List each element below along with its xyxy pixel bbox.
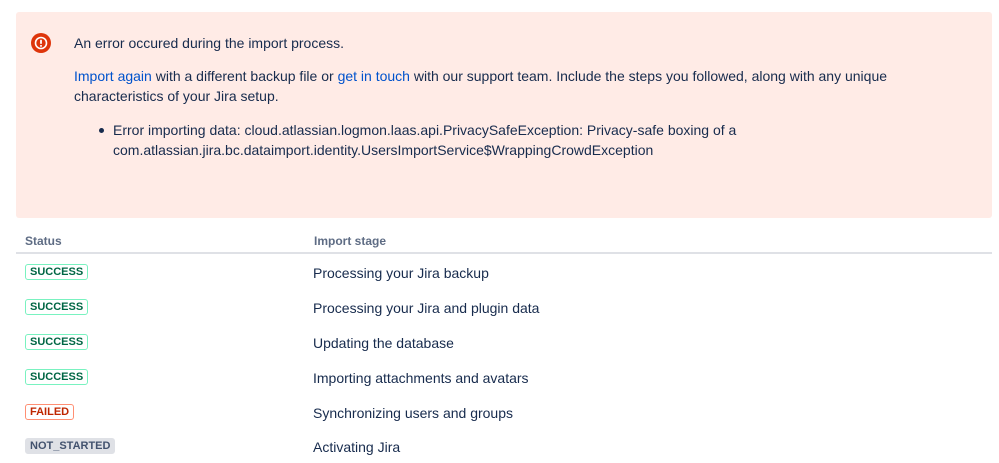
stage-label: Processing your Jira backup xyxy=(313,265,489,281)
table-row: FAILED Synchronizing users and groups xyxy=(16,394,992,429)
table-row: NOT_STARTED Activating Jira xyxy=(16,428,992,463)
get-in-touch-link[interactable]: get in touch xyxy=(338,68,410,84)
status-badge: FAILED xyxy=(25,404,75,420)
error-details-list: Error importing data: cloud.atlassian.lo… xyxy=(74,120,894,160)
status-badge: SUCCESS xyxy=(25,264,89,280)
error-title: An error occured during the import proce… xyxy=(74,35,345,51)
table-header: Status Import stage xyxy=(16,230,992,254)
import-again-link[interactable]: Import again xyxy=(74,68,152,84)
stage-label: Importing attachments and avatars xyxy=(313,370,529,386)
error-description: Import again with a different backup fil… xyxy=(74,66,914,106)
table-row: SUCCESS Updating the database xyxy=(16,324,992,359)
stage-label: Updating the database xyxy=(313,335,454,351)
status-badge: NOT_STARTED xyxy=(25,438,116,454)
status-column-header: Status xyxy=(25,234,62,248)
stage-label: Processing your Jira and plugin data xyxy=(313,300,540,316)
import-stage-column-header: Import stage xyxy=(314,234,387,248)
error-banner: An error occured during the import proce… xyxy=(16,12,992,218)
error-detail-item: Error importing data: cloud.atlassian.lo… xyxy=(74,120,894,160)
table-row: SUCCESS Processing your Jira backup xyxy=(16,254,992,289)
status-badge: SUCCESS xyxy=(25,369,89,385)
stage-label: Activating Jira xyxy=(313,439,401,455)
status-badge: SUCCESS xyxy=(25,334,89,350)
error-icon xyxy=(31,33,51,53)
stage-label: Synchronizing users and groups xyxy=(313,405,514,421)
table-row: SUCCESS Processing your Jira and plugin … xyxy=(16,289,992,324)
table-row: SUCCESS Importing attachments and avatar… xyxy=(16,359,992,394)
error-text-mid: with a different backup file or xyxy=(151,68,338,84)
status-badge: SUCCESS xyxy=(25,299,89,315)
